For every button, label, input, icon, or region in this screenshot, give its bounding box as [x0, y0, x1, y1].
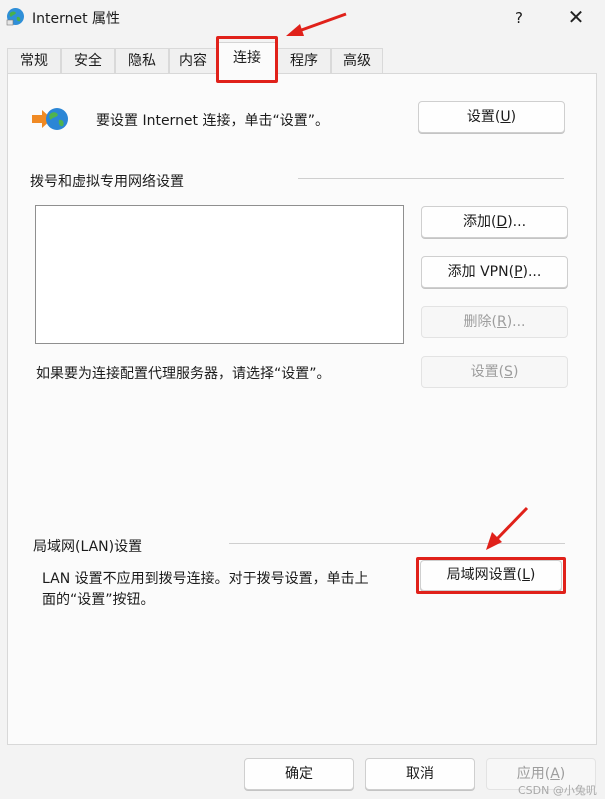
remove-button-accesskey: R [496, 314, 507, 330]
tab-highlight-box [216, 36, 278, 83]
ok-button[interactable]: 确定 [244, 758, 354, 790]
add-vpn-button-label: 添加 VPN [447, 264, 509, 280]
tab-programs[interactable]: 程序 [277, 48, 331, 74]
add-button-accesskey: D [496, 214, 508, 230]
lan-note-line1: LAN 设置不应用到拨号连接。对于拨号设置，单击上 [42, 571, 369, 587]
add-button-label: 添加 [462, 214, 491, 230]
proxy-note: 如果要为连接配置代理服务器，请选择“设置”。 [36, 366, 331, 382]
lan-button-highlight-box [416, 557, 566, 594]
add-vpn-button[interactable]: 添加 VPN(P)... [421, 256, 568, 288]
connection-settings-button[interactable]: 设置(S) [421, 356, 568, 388]
lan-group-divider [229, 543, 565, 544]
watermark: CSDN @小兔叽 [518, 784, 597, 797]
setup-button[interactable]: 设置(U) [418, 101, 565, 133]
apply-button-label: 应用 [516, 766, 545, 782]
close-icon: ✕ [567, 5, 585, 29]
add-vpn-button-ellipsis: ... [527, 264, 542, 280]
cancel-button[interactable]: 取消 [365, 758, 475, 790]
tab-content[interactable]: 内容 [169, 48, 217, 74]
tab-general[interactable]: 常规 [7, 48, 61, 74]
close-button[interactable]: ✕ [561, 5, 591, 31]
add-button-ellipsis: ... [512, 214, 527, 230]
remove-button-label: 删除 [463, 314, 492, 330]
setup-description: 要设置 Internet 连接，单击“设置”。 [96, 113, 329, 129]
settings-button-label: 设置 [470, 364, 499, 380]
add-vpn-button-accesskey: P [514, 264, 523, 280]
settings-button-accesskey: S [504, 364, 513, 380]
window-title: Internet 属性 [32, 11, 121, 27]
tab-security[interactable]: 安全 [61, 48, 115, 74]
remove-connection-button[interactable]: 删除(R)... [421, 306, 568, 338]
connect-wizard-icon [32, 108, 68, 130]
dialup-group-label: 拨号和虚拟专用网络设置 [30, 174, 184, 190]
dialup-group-divider [298, 178, 564, 179]
setup-button-accesskey: U [500, 109, 511, 125]
connections-listbox[interactable] [35, 205, 404, 344]
remove-button-ellipsis: ... [512, 314, 526, 330]
help-button[interactable]: ? [506, 6, 532, 30]
apply-button-accesskey: A [550, 766, 560, 782]
tab-privacy[interactable]: 隐私 [115, 48, 169, 74]
setup-button-label: 设置 [466, 109, 495, 125]
tab-advanced[interactable]: 高级 [331, 48, 383, 74]
lan-note-line2: 面的“设置”按钮。 [42, 592, 155, 608]
internet-options-icon [6, 8, 24, 26]
add-connection-button[interactable]: 添加(D)... [421, 206, 568, 238]
lan-group-label: 局域网(LAN)设置 [33, 539, 143, 555]
